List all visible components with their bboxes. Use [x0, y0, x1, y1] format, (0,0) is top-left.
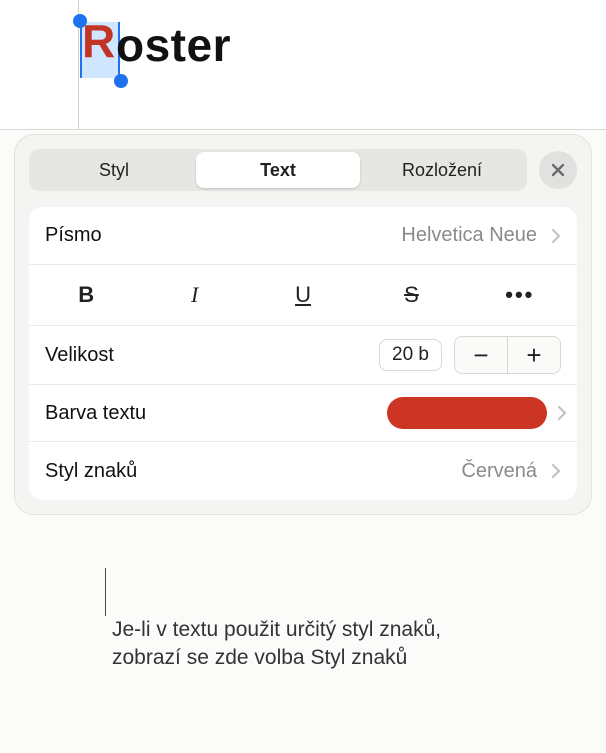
- format-buttons-row: B I U S •••: [29, 265, 577, 326]
- callout-text: Je-li v textu použit určitý styl znaků, …: [112, 616, 482, 673]
- font-label: Písmo: [45, 224, 102, 247]
- selection-handle-start[interactable]: [73, 14, 87, 28]
- tab-layout[interactable]: Rozložení: [360, 152, 524, 188]
- bold-button[interactable]: B: [35, 273, 137, 317]
- size-decrease-button[interactable]: −: [455, 337, 507, 373]
- size-label: Velikost: [45, 344, 114, 367]
- strikethrough-button[interactable]: S: [360, 273, 462, 317]
- chevron-right-icon: [557, 405, 567, 421]
- format-card: Písmo Helvetica Neue B I U S ••• Velikos…: [29, 207, 577, 500]
- text-color-swatch[interactable]: [387, 397, 547, 429]
- size-value[interactable]: 20 b: [379, 339, 442, 371]
- segmented-control: Styl Text Rozložení: [29, 149, 527, 191]
- tab-text[interactable]: Text: [196, 152, 360, 188]
- text-color-row[interactable]: Barva textu: [29, 385, 577, 442]
- selected-character[interactable]: R: [82, 14, 115, 68]
- char-style-label: Styl znaků: [45, 460, 137, 483]
- size-increase-button[interactable]: +: [508, 337, 560, 373]
- panel-tabbar: Styl Text Rozložení: [29, 149, 577, 191]
- size-stepper: − +: [454, 336, 561, 374]
- chevron-right-icon: [551, 463, 561, 479]
- chevron-right-icon: [551, 228, 561, 244]
- font-value: Helvetica Neue: [401, 224, 537, 247]
- char-style-value: Červená: [461, 460, 537, 483]
- document-area: R oster: [0, 0, 606, 130]
- tab-style[interactable]: Styl: [32, 152, 196, 188]
- underline-button[interactable]: U: [252, 273, 354, 317]
- close-icon: [550, 162, 566, 178]
- more-format-button[interactable]: •••: [469, 273, 571, 317]
- document-title-rest[interactable]: oster: [116, 18, 231, 72]
- char-style-row[interactable]: Styl znaků Červená: [29, 442, 577, 500]
- selection-handle-end[interactable]: [114, 74, 128, 88]
- size-row: Velikost 20 b − +: [29, 326, 577, 385]
- italic-button[interactable]: I: [143, 273, 245, 317]
- text-color-label: Barva textu: [45, 402, 146, 425]
- font-row[interactable]: Písmo Helvetica Neue: [29, 207, 577, 265]
- callout-leader-line: [105, 568, 106, 616]
- format-panel: Styl Text Rozložení Písmo Helvetica Neue…: [14, 134, 592, 515]
- close-button[interactable]: [539, 151, 577, 189]
